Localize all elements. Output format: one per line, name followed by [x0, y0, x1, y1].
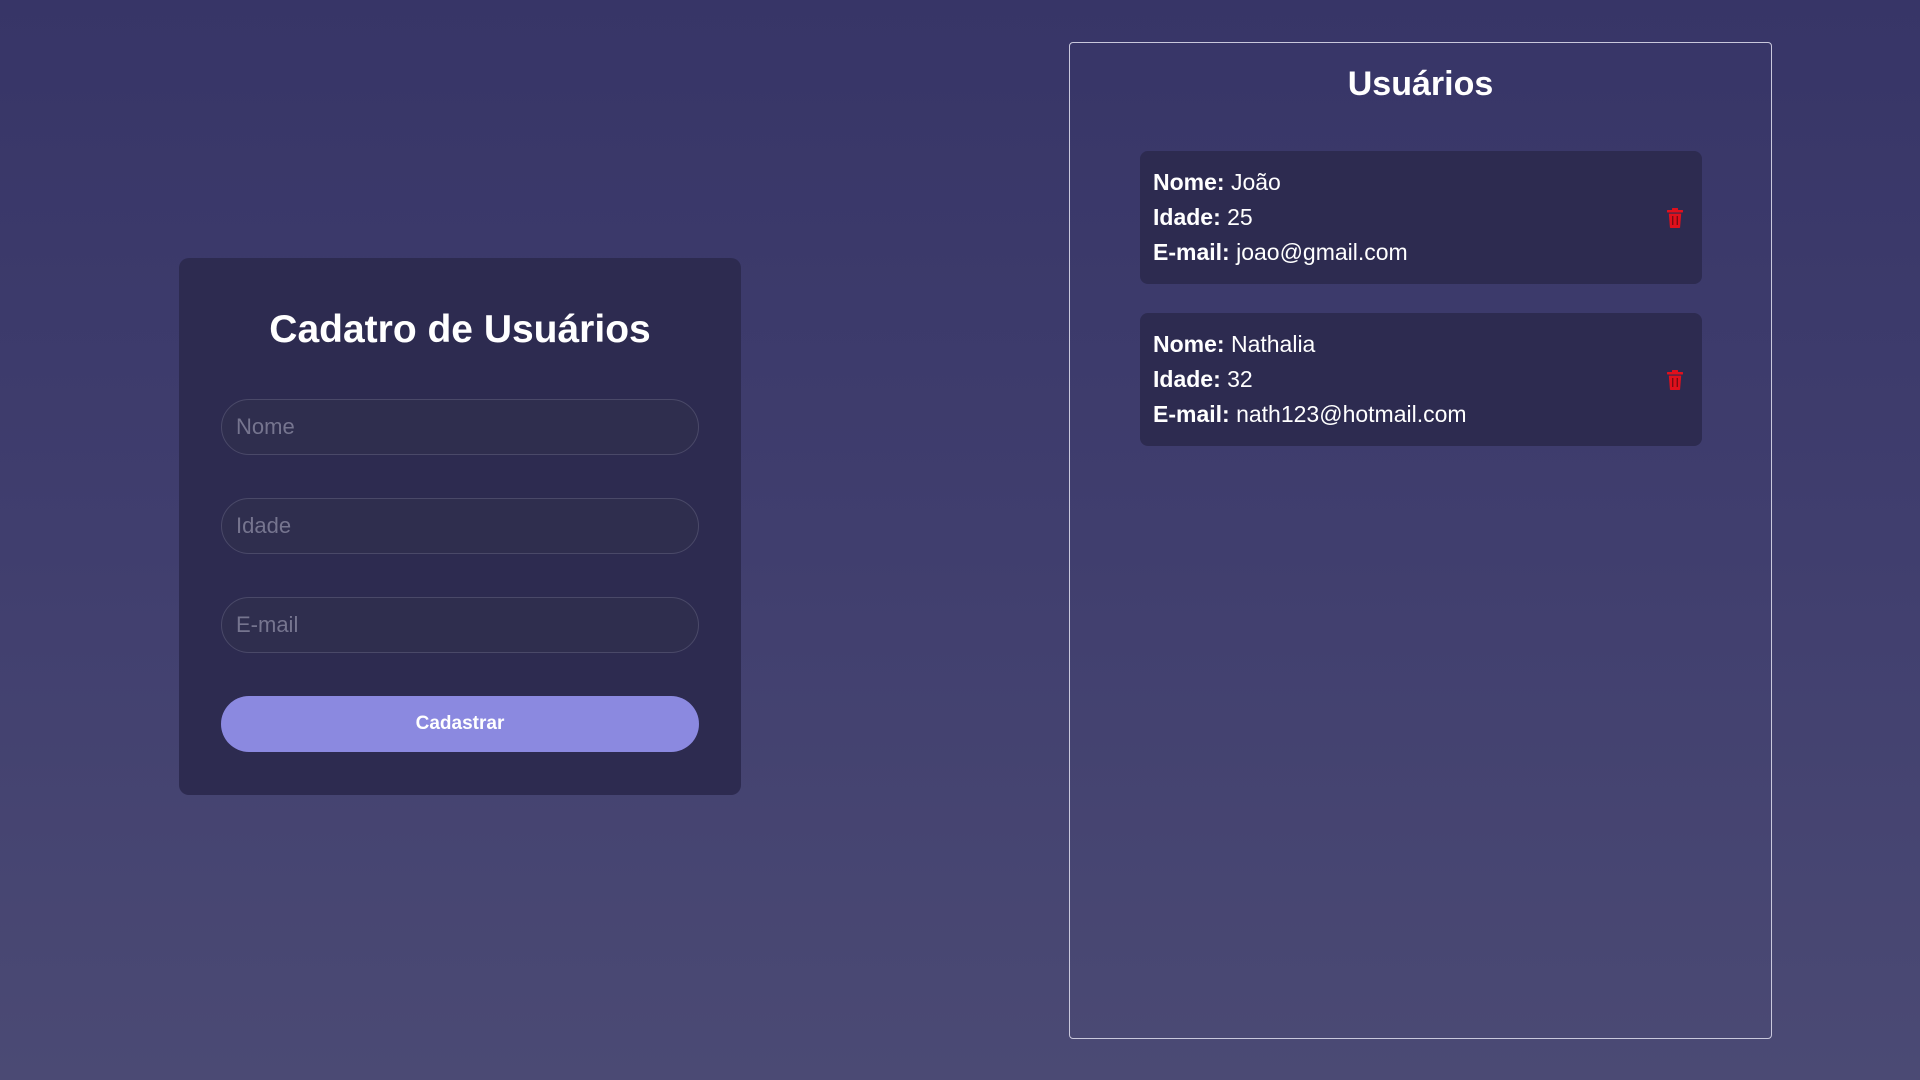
- email-input[interactable]: [221, 597, 699, 653]
- user-email-line: E-mail: joao@gmail.com: [1153, 235, 1702, 270]
- user-card: Nome: João Idade: 25 E-mail: joao@gmail.…: [1140, 151, 1702, 284]
- user-age: 32: [1227, 366, 1253, 392]
- submit-button[interactable]: Cadastrar: [221, 696, 699, 752]
- age-label: Idade:: [1153, 366, 1221, 392]
- name-input[interactable]: [221, 399, 699, 455]
- delete-user-button[interactable]: [1662, 204, 1688, 232]
- user-email: nath123@hotmail.com: [1236, 401, 1467, 427]
- trash-icon: [1667, 207, 1683, 228]
- form-title: Cadatro de Usuários: [269, 308, 651, 351]
- user-age-line: Idade: 25: [1153, 200, 1702, 235]
- trash-icon: [1667, 369, 1683, 390]
- user-name-line: Nome: Nathalia: [1153, 327, 1702, 362]
- age-input[interactable]: [221, 498, 699, 554]
- user-card: Nome: Nathalia Idade: 32 E-mail: nath123…: [1140, 313, 1702, 446]
- email-label: E-mail:: [1153, 401, 1230, 427]
- age-label: Idade:: [1153, 204, 1221, 230]
- registration-form-card: Cadatro de Usuários Cadastrar: [179, 258, 741, 795]
- delete-user-button[interactable]: [1662, 366, 1688, 394]
- user-name: Nathalia: [1230, 331, 1316, 357]
- user-email: joao@gmail.com: [1236, 239, 1408, 265]
- user-name: João: [1230, 169, 1281, 195]
- name-label: Nome:: [1153, 169, 1225, 195]
- user-age: 25: [1227, 204, 1253, 230]
- users-title: Usuários: [1347, 65, 1494, 103]
- name-label: Nome:: [1153, 331, 1225, 357]
- user-email-line: E-mail: nath123@hotmail.com: [1153, 397, 1702, 432]
- users-list-panel: Usuários Nome: João Idade: 25 E-mail: jo…: [1069, 42, 1772, 1039]
- email-label: E-mail:: [1153, 239, 1230, 265]
- user-name-line: Nome: João: [1153, 165, 1702, 200]
- user-age-line: Idade: 32: [1153, 362, 1702, 397]
